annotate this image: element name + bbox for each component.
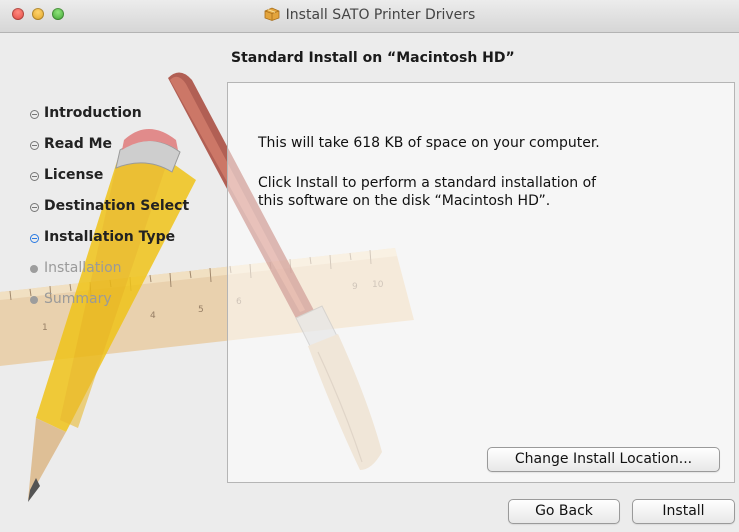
title-bar[interactable]: Install SATO Printer Drivers xyxy=(0,0,739,33)
package-icon xyxy=(264,7,280,25)
step-label: Installation Type xyxy=(44,229,176,245)
install-instructions-line2: this software on the disk “Macintosh HD”… xyxy=(258,193,551,209)
step-current-bullet-icon xyxy=(30,234,39,243)
step-label: Summary xyxy=(44,291,112,307)
install-button[interactable]: Install xyxy=(632,499,735,524)
step-label: Introduction xyxy=(44,105,142,121)
window-title: Install SATO Printer Drivers xyxy=(285,7,476,23)
window-title-group: Install SATO Printer Drivers xyxy=(0,7,739,25)
step-done-bullet-icon xyxy=(30,172,39,181)
pencil-image xyxy=(28,129,196,502)
step-pending-bullet-icon xyxy=(30,265,38,273)
ruler-number: 5 xyxy=(198,305,204,315)
ruler-number: 1 xyxy=(42,323,48,333)
step-done-bullet-icon xyxy=(30,141,39,150)
step-done-bullet-icon xyxy=(30,110,39,119)
install-instructions-line1: Click Install to perform a standard inst… xyxy=(258,175,597,191)
step-label: Installation xyxy=(44,260,122,276)
step-done-bullet-icon xyxy=(30,203,39,212)
step-label: Destination Select xyxy=(44,198,190,214)
installer-window: Install SATO Printer Drivers 1 4 5 Stand… xyxy=(0,0,739,532)
step-label: Read Me xyxy=(44,136,113,152)
step-pending-bullet-icon xyxy=(30,296,38,304)
go-back-button[interactable]: Go Back xyxy=(508,499,620,524)
ruler-number: 4 xyxy=(150,311,156,321)
change-install-location-button[interactable]: Change Install Location... xyxy=(487,447,720,472)
install-subtitle: Standard Install on “Macintosh HD” xyxy=(231,50,515,66)
step-label: License xyxy=(44,167,104,183)
space-required-text: This will take 618 KB of space on your c… xyxy=(258,135,600,151)
